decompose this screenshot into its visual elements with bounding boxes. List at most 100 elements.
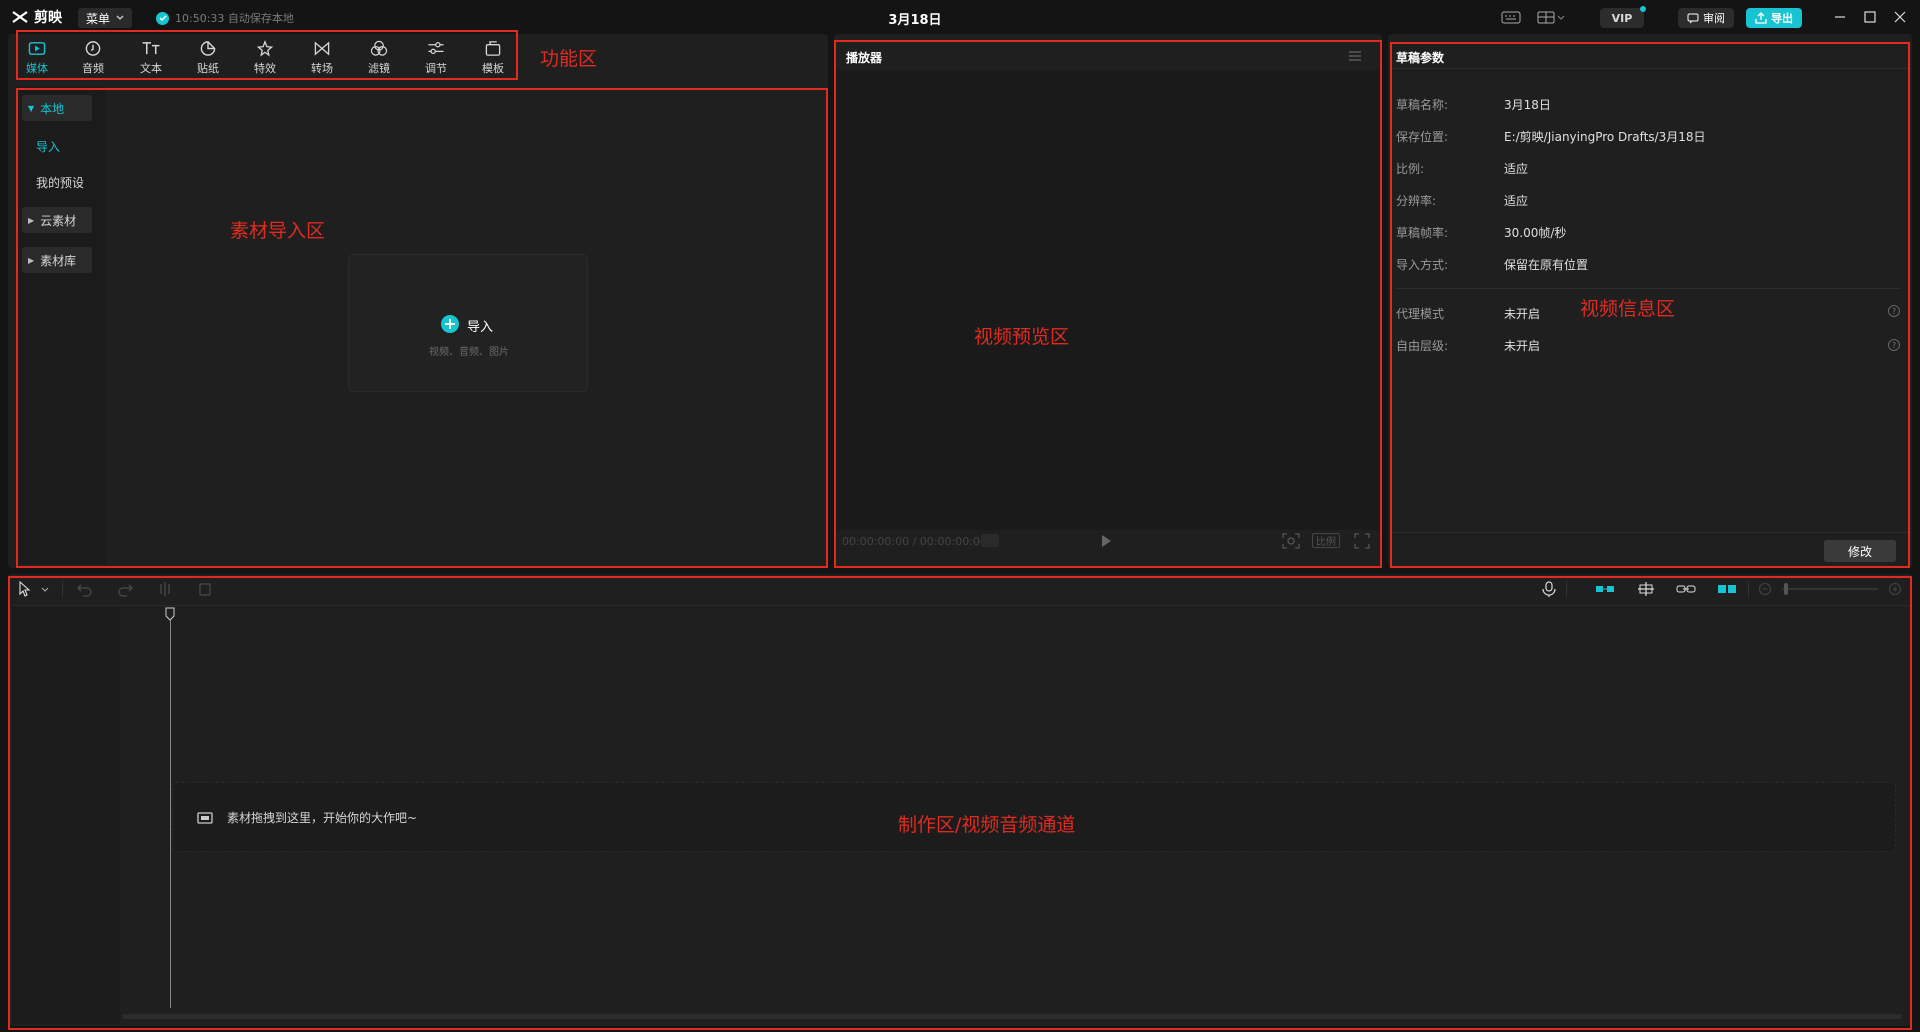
menu-label: 菜单 (85, 11, 110, 26)
fullscreen-icon[interactable] (1354, 533, 1370, 549)
split-icon[interactable] (156, 581, 174, 597)
close-icon[interactable] (1892, 9, 1908, 25)
divider (62, 581, 63, 597)
app-name: 剪映 (34, 10, 62, 26)
sticker-icon (200, 41, 216, 56)
zoom-slider-handle[interactable] (1784, 583, 1788, 595)
prop-value-import-mode: 保留在原有位置 (1504, 258, 1589, 272)
annotation-label-preview: 视频预览区 (974, 326, 1070, 348)
sidebar-item-local[interactable]: ▼ 本地 (22, 95, 92, 121)
maximize-icon[interactable] (1862, 9, 1878, 25)
main-track-magnet-icon[interactable] (1594, 581, 1616, 597)
screenshot-icon[interactable] (1282, 533, 1300, 549)
prop-label-resolution: 分辨率: (1396, 194, 1437, 208)
sidebar-item-library[interactable]: ▶ 素材库 (22, 247, 92, 273)
annotation-label-import: 素材导入区 (230, 220, 326, 242)
export-icon (1755, 12, 1767, 24)
menu-button[interactable]: 菜单 (78, 8, 132, 28)
keyboard-shortcut-icon[interactable] (1500, 9, 1522, 25)
microphone-icon[interactable] (1540, 581, 1558, 597)
tab-label: 贴纸 (197, 62, 219, 75)
review-button[interactable]: 审阅 (1678, 8, 1734, 28)
media-icon (28, 42, 46, 55)
sidebar-item-cloud[interactable]: ▶ 云素材 (22, 207, 92, 233)
sidebar-label: 本地 (40, 101, 65, 116)
tab-media[interactable]: 媒体 (12, 38, 62, 76)
layout-icon[interactable] (1536, 9, 1566, 25)
timeline-scrollbar[interactable] (122, 1014, 1902, 1019)
tab-label: 调节 (425, 62, 447, 75)
export-label: 导出 (1771, 12, 1793, 25)
effects-icon (256, 40, 274, 57)
help-icon[interactable]: ? (1888, 339, 1900, 351)
tab-sticker[interactable]: 贴纸 (183, 38, 233, 76)
prop-label-proxy-mode: 代理模式 (1396, 307, 1445, 321)
tab-label: 滤镜 (368, 62, 390, 75)
prop-value-frame-rate: 30.00帧/秒 (1504, 226, 1567, 240)
divider (12, 605, 1910, 606)
sidebar-item-import[interactable]: 导入 (36, 133, 106, 159)
zoom-out-icon[interactable] (1758, 581, 1772, 597)
prop-label-import-mode: 导入方式: (1396, 258, 1449, 272)
preview-axis-icon[interactable] (1716, 581, 1738, 597)
tab-text[interactable]: 文本 (126, 38, 176, 76)
tab-label: 特效 (254, 62, 276, 75)
notification-dot (1640, 6, 1646, 12)
tab-label: 模板 (482, 62, 504, 75)
prop-value-free-layer: 未开启 (1504, 339, 1541, 353)
modify-button[interactable]: 修改 (1824, 540, 1896, 562)
sidebar-label: 导入 (36, 139, 61, 154)
vip-button[interactable]: VIP (1600, 8, 1644, 28)
delete-icon[interactable] (196, 581, 214, 597)
help-icon[interactable]: ? (1888, 305, 1900, 317)
zoom-in-icon[interactable] (1888, 581, 1902, 597)
divider (1566, 581, 1567, 597)
playhead-handle-icon[interactable] (165, 607, 175, 621)
timecode-format-icon[interactable] (980, 533, 1000, 548)
tab-adjust[interactable]: 调节 (411, 38, 461, 76)
auto-snap-icon[interactable] (1636, 581, 1656, 597)
select-cursor-icon[interactable] (18, 581, 36, 597)
autosave-status: 10:50:33 自动保存本地 (156, 10, 294, 26)
drop-hint-text: 素材拖拽到这里，开始你的大作吧~ (227, 811, 418, 825)
capcut-logo-icon (12, 11, 28, 23)
tab-label: 文本 (140, 62, 162, 75)
divider (1396, 288, 1900, 289)
play-icon[interactable] (1100, 534, 1112, 548)
redo-icon[interactable] (116, 581, 134, 597)
properties-title: 草稿参数 (1396, 51, 1445, 65)
template-icon (485, 41, 501, 56)
player-canvas (836, 70, 1380, 530)
playhead-line[interactable] (170, 620, 171, 1008)
import-card[interactable]: + 导入 视频、音频、图片 (348, 254, 588, 392)
ratio-label: 比例 (1316, 537, 1336, 548)
export-button[interactable]: 导出 (1746, 8, 1802, 28)
tab-label: 转场 (311, 62, 333, 75)
tab-template[interactable]: 模板 (468, 38, 518, 76)
caret-right-icon: ▶ (28, 215, 35, 225)
import-hint: 视频、音频、图片 (429, 347, 509, 358)
undo-icon[interactable] (76, 581, 94, 597)
tab-effects[interactable]: 特效 (240, 38, 290, 76)
document-title: 3月18日 (888, 13, 942, 28)
prop-label-frame-rate: 草稿帧率: (1396, 226, 1449, 240)
divider (1748, 581, 1749, 597)
plus-icon: + (441, 315, 459, 333)
tab-audio[interactable]: 音频 (68, 38, 118, 76)
timecode-readout: 00:00:00:00 / 00:00:00:00 (842, 535, 987, 548)
chevron-down-icon (116, 15, 124, 20)
player-menu-icon[interactable] (1348, 50, 1362, 62)
sidebar-label: 我的预设 (36, 175, 85, 190)
divider (1390, 68, 1910, 69)
link-icon[interactable] (1676, 581, 1696, 597)
ratio-button[interactable]: 比例 (1312, 533, 1340, 548)
tab-label: 媒体 (26, 62, 48, 75)
minimize-icon[interactable] (1832, 9, 1848, 25)
zoom-slider-track[interactable] (1782, 588, 1878, 590)
chevron-down-icon[interactable] (40, 581, 50, 597)
prop-value-save-location: E:/剪映/JianyingPro Drafts/3月18日 (1504, 130, 1706, 144)
tab-transition[interactable]: 转场 (297, 38, 347, 76)
prop-label-save-location: 保存位置: (1396, 130, 1449, 144)
tab-filter[interactable]: 滤镜 (354, 38, 404, 76)
sidebar-item-my-presets[interactable]: 我的预设 (36, 169, 106, 195)
